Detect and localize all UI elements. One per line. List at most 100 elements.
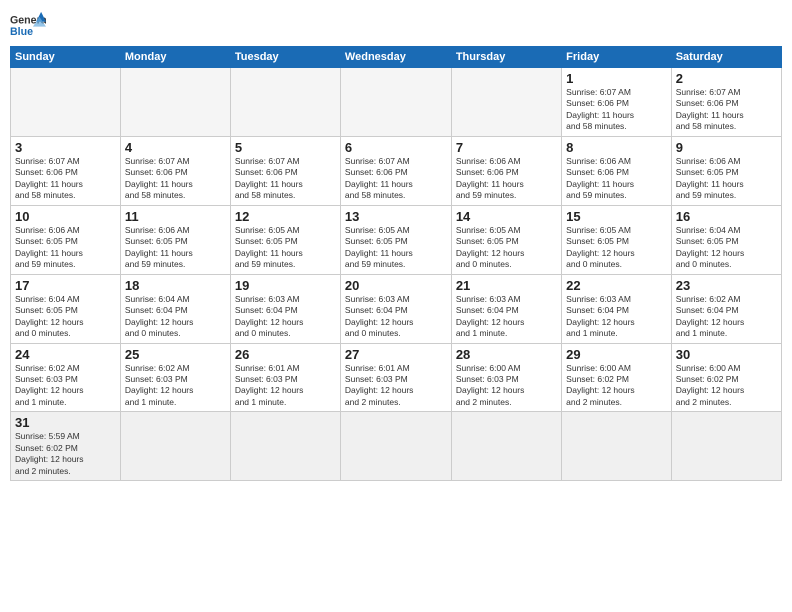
- calendar-cell: [230, 412, 340, 481]
- day-info: Sunrise: 6:04 AM Sunset: 6:05 PM Dayligh…: [676, 225, 777, 271]
- calendar-cell: 18Sunrise: 6:04 AM Sunset: 6:04 PM Dayli…: [120, 274, 230, 343]
- day-number: 2: [676, 71, 777, 86]
- day-info: Sunrise: 6:02 AM Sunset: 6:04 PM Dayligh…: [676, 294, 777, 340]
- day-info: Sunrise: 6:07 AM Sunset: 6:06 PM Dayligh…: [676, 87, 777, 133]
- day-info: Sunrise: 6:06 AM Sunset: 6:05 PM Dayligh…: [125, 225, 226, 271]
- calendar-cell: 28Sunrise: 6:00 AM Sunset: 6:03 PM Dayli…: [451, 343, 561, 412]
- day-info: Sunrise: 6:05 AM Sunset: 6:05 PM Dayligh…: [566, 225, 667, 271]
- day-number: 7: [456, 140, 557, 155]
- calendar-cell: 4Sunrise: 6:07 AM Sunset: 6:06 PM Daylig…: [120, 136, 230, 205]
- day-number: 3: [15, 140, 116, 155]
- day-info: Sunrise: 6:05 AM Sunset: 6:05 PM Dayligh…: [456, 225, 557, 271]
- calendar-cell: 31Sunrise: 5:59 AM Sunset: 6:02 PM Dayli…: [11, 412, 121, 481]
- day-number: 14: [456, 209, 557, 224]
- day-number: 26: [235, 347, 336, 362]
- day-number: 19: [235, 278, 336, 293]
- page: General Blue SundayMondayTuesdayWednesda…: [0, 0, 792, 612]
- day-info: Sunrise: 6:06 AM Sunset: 6:06 PM Dayligh…: [456, 156, 557, 202]
- day-number: 27: [345, 347, 447, 362]
- day-number: 30: [676, 347, 777, 362]
- calendar-cell: 16Sunrise: 6:04 AM Sunset: 6:05 PM Dayli…: [671, 205, 781, 274]
- day-number: 29: [566, 347, 667, 362]
- day-info: Sunrise: 6:00 AM Sunset: 6:02 PM Dayligh…: [566, 363, 667, 409]
- weekday-wednesday: Wednesday: [340, 47, 451, 68]
- calendar-cell: 5Sunrise: 6:07 AM Sunset: 6:06 PM Daylig…: [230, 136, 340, 205]
- day-number: 10: [15, 209, 116, 224]
- day-number: 11: [125, 209, 226, 224]
- day-info: Sunrise: 6:04 AM Sunset: 6:05 PM Dayligh…: [15, 294, 116, 340]
- calendar-body: 1Sunrise: 6:07 AM Sunset: 6:06 PM Daylig…: [11, 68, 782, 481]
- calendar-cell: [562, 412, 672, 481]
- weekday-header: SundayMondayTuesdayWednesdayThursdayFrid…: [11, 47, 782, 68]
- day-info: Sunrise: 6:01 AM Sunset: 6:03 PM Dayligh…: [235, 363, 336, 409]
- day-number: 18: [125, 278, 226, 293]
- day-number: 12: [235, 209, 336, 224]
- day-info: Sunrise: 6:02 AM Sunset: 6:03 PM Dayligh…: [125, 363, 226, 409]
- weekday-friday: Friday: [562, 47, 672, 68]
- day-number: 23: [676, 278, 777, 293]
- day-number: 1: [566, 71, 667, 86]
- calendar-cell: [671, 412, 781, 481]
- calendar-cell: [451, 68, 561, 137]
- day-info: Sunrise: 6:01 AM Sunset: 6:03 PM Dayligh…: [345, 363, 447, 409]
- header: General Blue: [10, 10, 782, 40]
- calendar-cell: [230, 68, 340, 137]
- day-info: Sunrise: 6:07 AM Sunset: 6:06 PM Dayligh…: [235, 156, 336, 202]
- weekday-thursday: Thursday: [451, 47, 561, 68]
- calendar-cell: [451, 412, 561, 481]
- calendar-cell: 6Sunrise: 6:07 AM Sunset: 6:06 PM Daylig…: [340, 136, 451, 205]
- calendar-row-2: 10 Sunrise: 6:06 AM Sunset: 6:05 PM Dayli…: [11, 205, 782, 274]
- calendar-cell: 27Sunrise: 6:01 AM Sunset: 6:03 PM Dayli…: [340, 343, 451, 412]
- day-number: 9: [676, 140, 777, 155]
- day-info: Sunrise: 6:03 AM Sunset: 6:04 PM Dayligh…: [566, 294, 667, 340]
- day-number: 20: [345, 278, 447, 293]
- calendar-cell: 7Sunrise: 6:06 AM Sunset: 6:06 PM Daylig…: [451, 136, 561, 205]
- calendar-cell: 2Sunrise: 6:07 AM Sunset: 6:06 PM Daylig…: [671, 68, 781, 137]
- weekday-tuesday: Tuesday: [230, 47, 340, 68]
- day-info: Sunrise: 6:07 AM Sunset: 6:06 PM Dayligh…: [566, 87, 667, 133]
- calendar-cell: 25Sunrise: 6:02 AM Sunset: 6:03 PM Dayli…: [120, 343, 230, 412]
- calendar-cell: 20Sunrise: 6:03 AM Sunset: 6:04 PM Dayli…: [340, 274, 451, 343]
- calendar-row-0: 1Sunrise: 6:07 AM Sunset: 6:06 PM Daylig…: [11, 68, 782, 137]
- day-info: Sunrise: 6:03 AM Sunset: 6:04 PM Dayligh…: [235, 294, 336, 340]
- day-number: 4: [125, 140, 226, 155]
- calendar-row-3: 17Sunrise: 6:04 AM Sunset: 6:05 PM Dayli…: [11, 274, 782, 343]
- day-number: 15: [566, 209, 667, 224]
- day-number: 22: [566, 278, 667, 293]
- day-info: Sunrise: 6:05 AM Sunset: 6:05 PM Dayligh…: [235, 225, 336, 271]
- day-number: 24: [15, 347, 116, 362]
- calendar-cell: 21Sunrise: 6:03 AM Sunset: 6:04 PM Dayli…: [451, 274, 561, 343]
- day-info: Sunrise: 5:59 AM Sunset: 6:02 PM Dayligh…: [15, 431, 116, 477]
- day-number: 31: [15, 415, 116, 430]
- calendar: SundayMondayTuesdayWednesdayThursdayFrid…: [10, 46, 782, 481]
- calendar-cell: [11, 68, 121, 137]
- calendar-cell: 24Sunrise: 6:02 AM Sunset: 6:03 PM Dayli…: [11, 343, 121, 412]
- calendar-row-5: 31Sunrise: 5:59 AM Sunset: 6:02 PM Dayli…: [11, 412, 782, 481]
- day-info: Sunrise: 6:00 AM Sunset: 6:02 PM Dayligh…: [676, 363, 777, 409]
- calendar-cell: [340, 412, 451, 481]
- day-info: Sunrise: 6:05 AM Sunset: 6:05 PM Dayligh…: [345, 225, 447, 271]
- weekday-sunday: Sunday: [11, 47, 121, 68]
- day-info: Sunrise: 6:03 AM Sunset: 6:04 PM Dayligh…: [456, 294, 557, 340]
- calendar-cell: 23Sunrise: 6:02 AM Sunset: 6:04 PM Dayli…: [671, 274, 781, 343]
- calendar-cell: 19Sunrise: 6:03 AM Sunset: 6:04 PM Dayli…: [230, 274, 340, 343]
- day-info: Sunrise: 6:00 AM Sunset: 6:03 PM Dayligh…: [456, 363, 557, 409]
- svg-text:Blue: Blue: [10, 26, 33, 38]
- calendar-row-1: 3 Sunrise: 6:07 AM Sunset: 6:06 PM Daylig…: [11, 136, 782, 205]
- day-number: 8: [566, 140, 667, 155]
- calendar-cell: 17Sunrise: 6:04 AM Sunset: 6:05 PM Dayli…: [11, 274, 121, 343]
- day-number: 6: [345, 140, 447, 155]
- calendar-cell: [120, 68, 230, 137]
- day-number: 21: [456, 278, 557, 293]
- weekday-monday: Monday: [120, 47, 230, 68]
- day-number: 13: [345, 209, 447, 224]
- calendar-cell: 14Sunrise: 6:05 AM Sunset: 6:05 PM Dayli…: [451, 205, 561, 274]
- day-number: 5: [235, 140, 336, 155]
- calendar-cell: 8Sunrise: 6:06 AM Sunset: 6:06 PM Daylig…: [562, 136, 672, 205]
- calendar-cell: 9Sunrise: 6:06 AM Sunset: 6:05 PM Daylig…: [671, 136, 781, 205]
- calendar-cell: 30Sunrise: 6:00 AM Sunset: 6:02 PM Dayli…: [671, 343, 781, 412]
- logo-icon: General Blue: [10, 10, 46, 40]
- calendar-cell: 11Sunrise: 6:06 AM Sunset: 6:05 PM Dayli…: [120, 205, 230, 274]
- calendar-cell: 10Sunrise: 6:06 AM Sunset: 6:05 PM Dayli…: [11, 205, 121, 274]
- weekday-saturday: Saturday: [671, 47, 781, 68]
